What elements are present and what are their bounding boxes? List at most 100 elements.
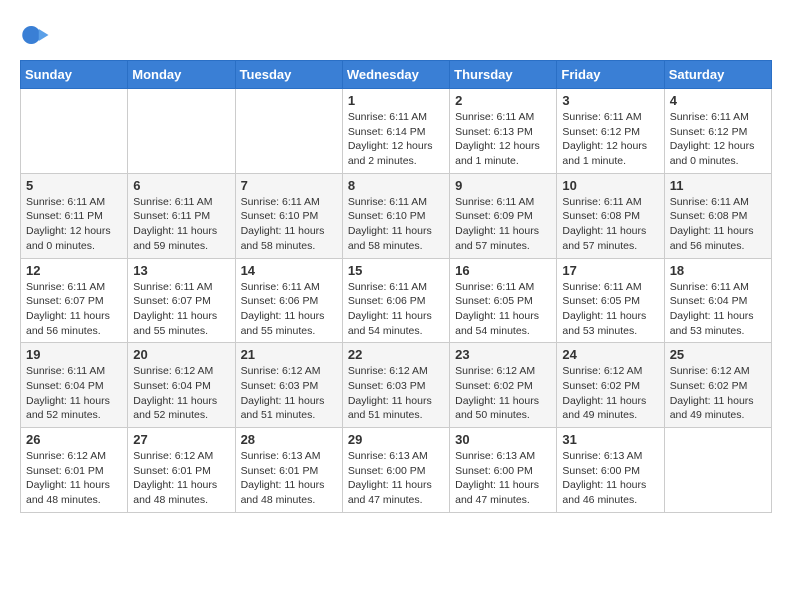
day-info: Sunrise: 6:11 AMSunset: 6:14 PMDaylight:…	[348, 110, 444, 169]
calendar-cell: 19Sunrise: 6:11 AMSunset: 6:04 PMDayligh…	[21, 343, 128, 428]
daylight-label: Daylight: 11 hours and 48 minutes.	[241, 479, 325, 506]
day-number: 14	[241, 263, 337, 278]
sunset-label: Sunset: 6:14 PM	[348, 126, 426, 138]
sunrise-label: Sunrise: 6:11 AM	[26, 281, 105, 293]
day-number: 15	[348, 263, 444, 278]
sunrise-label: Sunrise: 6:12 AM	[241, 365, 321, 377]
sunrise-label: Sunrise: 6:11 AM	[348, 196, 427, 208]
sunset-label: Sunset: 6:06 PM	[348, 295, 426, 307]
daylight-label: Daylight: 11 hours and 51 minutes.	[241, 395, 325, 422]
sunset-label: Sunset: 6:12 PM	[562, 126, 640, 138]
day-info: Sunrise: 6:11 AM Sunset: 6:06 PM Daylight:…	[241, 280, 337, 339]
sunrise-label: Sunrise: 6:11 AM	[133, 196, 212, 208]
day-info: Sunrise: 6:11 AMSunset: 6:12 PMDaylight:…	[670, 110, 766, 169]
weekday-header: Thursday	[450, 61, 557, 89]
day-number: 29	[348, 432, 444, 447]
day-info: Sunrise: 6:12 AM Sunset: 6:01 PM Daylight:…	[133, 449, 229, 508]
logo	[20, 20, 54, 50]
calendar-week-row: 12Sunrise: 6:11 AMSunset: 6:07 PMDayligh…	[21, 258, 772, 343]
day-info: Sunrise: 6:13 AMSunset: 6:00 PMDaylight:…	[455, 449, 551, 508]
sunrise-label: Sunrise: 6:11 AM	[241, 196, 320, 208]
calendar-cell: 18Sunrise: 6:11 AMSunset: 6:04 PMDayligh…	[664, 258, 771, 343]
day-number: 24	[562, 347, 658, 362]
sunset-label: Sunset: 6:06 PM	[241, 295, 319, 307]
sunrise-label: Sunrise: 6:11 AM	[133, 281, 212, 293]
sunset-label: Sunset: 6:10 PM	[348, 210, 426, 222]
daylight-label: Daylight: 11 hours and 55 minutes.	[133, 310, 217, 337]
calendar: SundayMondayTuesdayWednesdayThursdayFrid…	[20, 60, 772, 513]
sunset-label: Sunset: 6:03 PM	[348, 380, 426, 392]
sunset-label: Sunset: 6:11 PM	[133, 210, 210, 222]
sunrise-label: Sunrise: 6:11 AM	[562, 111, 641, 123]
sunset-label: Sunset: 6:05 PM	[562, 295, 640, 307]
sunset-label: Sunset: 6:08 PM	[562, 210, 640, 222]
day-info: Sunrise: 6:12 AMSunset: 6:04 PMDaylight:…	[133, 364, 229, 423]
sunrise-label: Sunrise: 6:11 AM	[562, 196, 641, 208]
daylight-label: Daylight: 11 hours and 52 minutes.	[26, 395, 110, 422]
sunset-label: Sunset: 6:02 PM	[562, 380, 640, 392]
calendar-cell: 6Sunrise: 6:11 AMSunset: 6:11 PMDaylight…	[128, 173, 235, 258]
day-number: 31	[562, 432, 658, 447]
day-info: Sunrise: 6:12 AMSunset: 6:02 PMDaylight:…	[670, 364, 766, 423]
calendar-cell: 17Sunrise: 6:11 AMSunset: 6:05 PMDayligh…	[557, 258, 664, 343]
daylight-label: Daylight: 11 hours and 57 minutes.	[455, 225, 539, 252]
sunrise-label: Sunrise: 6:11 AM	[562, 281, 641, 293]
day-number: 2	[455, 93, 551, 108]
calendar-cell	[21, 89, 128, 174]
day-number: 4	[670, 93, 766, 108]
daylight-label: Daylight: 11 hours and 55 minutes.	[241, 310, 325, 337]
daylight-label: Daylight: 11 hours and 54 minutes.	[348, 310, 432, 337]
day-info: Sunrise: 6:11 AMSunset: 6:10 PMDaylight:…	[348, 195, 444, 254]
day-info: Sunrise: 6:12 AM Sunset: 6:03 PM Daylight:…	[348, 364, 444, 423]
day-number: 8	[348, 178, 444, 193]
sunrise-label: Sunrise: 6:12 AM	[670, 365, 750, 377]
day-number: 23	[455, 347, 551, 362]
day-number: 13	[133, 263, 229, 278]
sunset-label: Sunset: 6:04 PM	[670, 295, 748, 307]
day-info: Sunrise: 6:13 AM Sunset: 6:00 PM Daylight:…	[562, 449, 658, 508]
day-info: Sunrise: 6:11 AMSunset: 6:07 PMDaylight:…	[26, 280, 122, 339]
sunset-label: Sunset: 6:11 PM	[26, 210, 103, 222]
calendar-cell	[664, 428, 771, 513]
calendar-cell: 21Sunrise: 6:12 AMSunset: 6:03 PMDayligh…	[235, 343, 342, 428]
day-info: Sunrise: 6:11 AMSunset: 6:08 PMDaylight:…	[562, 195, 658, 254]
weekday-header-row: SundayMondayTuesdayWednesdayThursdayFrid…	[21, 61, 772, 89]
daylight-label: Daylight: 12 hours and 0 minutes.	[670, 140, 755, 167]
daylight-label: Daylight: 11 hours and 58 minutes.	[241, 225, 325, 252]
calendar-week-row: 5 Sunrise: 6:11 AM Sunset: 6:11 PM Daylight…	[21, 173, 772, 258]
sunset-label: Sunset: 6:13 PM	[455, 126, 533, 138]
sunset-label: Sunset: 6:01 PM	[133, 465, 211, 477]
sunrise-label: Sunrise: 6:11 AM	[241, 281, 320, 293]
daylight-label: Daylight: 11 hours and 49 minutes.	[562, 395, 646, 422]
day-number: 19	[26, 347, 122, 362]
sunrise-label: Sunrise: 6:11 AM	[26, 196, 105, 208]
day-number: 5	[26, 178, 122, 193]
sunrise-label: Sunrise: 6:12 AM	[133, 450, 213, 462]
sunrise-label: Sunrise: 6:13 AM	[562, 450, 642, 462]
calendar-cell	[235, 89, 342, 174]
calendar-cell: 11Sunrise: 6:11 AMSunset: 6:08 PMDayligh…	[664, 173, 771, 258]
sunset-label: Sunset: 6:05 PM	[455, 295, 533, 307]
weekday-header: Saturday	[664, 61, 771, 89]
daylight-label: Daylight: 11 hours and 51 minutes.	[348, 395, 432, 422]
daylight-label: Daylight: 11 hours and 46 minutes.	[562, 479, 646, 506]
calendar-cell: 2Sunrise: 6:11 AMSunset: 6:13 PMDaylight…	[450, 89, 557, 174]
calendar-cell: 22Sunrise: 6:12 AMSunset: 6:03 PMDayligh…	[342, 343, 449, 428]
calendar-cell: 20Sunrise: 6:12 AMSunset: 6:04 PMDayligh…	[128, 343, 235, 428]
day-number: 1	[348, 93, 444, 108]
daylight-label: Daylight: 12 hours and 1 minute.	[562, 140, 647, 167]
sunset-label: Sunset: 6:07 PM	[26, 295, 104, 307]
daylight-label: Daylight: 11 hours and 48 minutes.	[133, 479, 217, 506]
calendar-cell: 16Sunrise: 6:11 AMSunset: 6:05 PMDayligh…	[450, 258, 557, 343]
calendar-cell: 25Sunrise: 6:12 AMSunset: 6:02 PMDayligh…	[664, 343, 771, 428]
day-info: Sunrise: 6:11 AM Sunset: 6:05 PM Daylight:…	[562, 280, 658, 339]
weekday-header: Wednesday	[342, 61, 449, 89]
day-number: 26	[26, 432, 122, 447]
sunrise-label: Sunrise: 6:12 AM	[348, 365, 428, 377]
daylight-label: Daylight: 11 hours and 53 minutes.	[562, 310, 646, 337]
sunset-label: Sunset: 6:00 PM	[562, 465, 640, 477]
day-info: Sunrise: 6:12 AMSunset: 6:01 PMDaylight:…	[26, 449, 122, 508]
day-number: 30	[455, 432, 551, 447]
daylight-label: Daylight: 11 hours and 54 minutes.	[455, 310, 539, 337]
sunset-label: Sunset: 6:08 PM	[670, 210, 748, 222]
